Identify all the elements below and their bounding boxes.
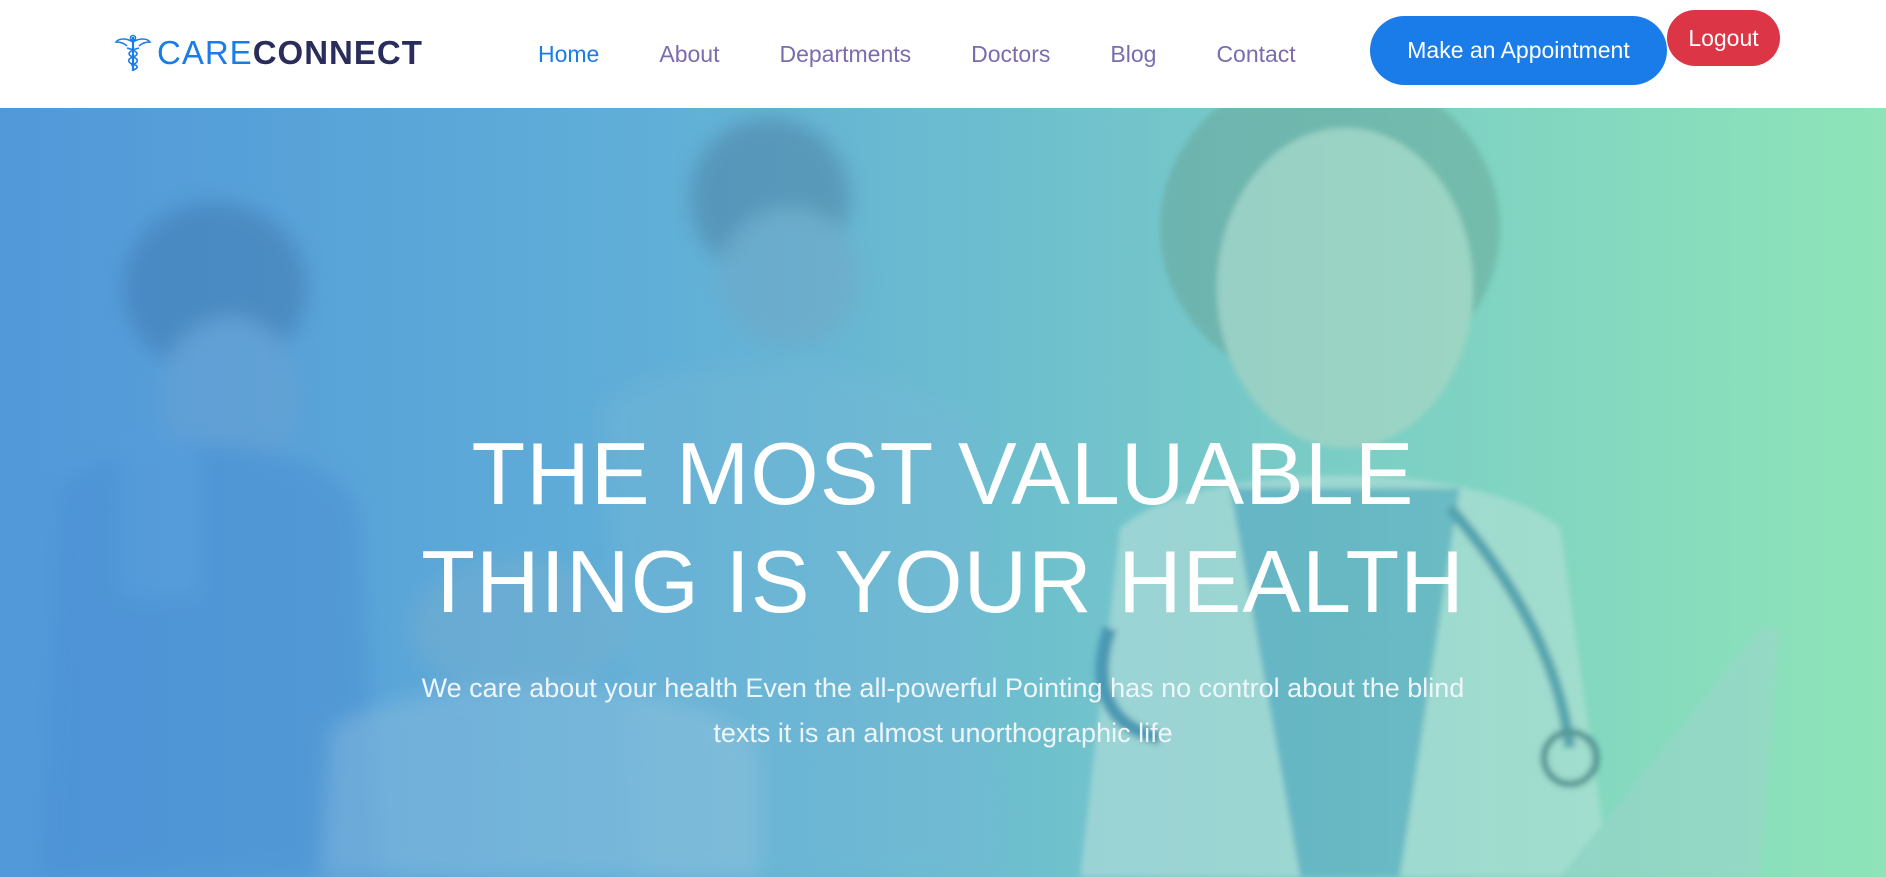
hero-title: THE MOST VALUABLE THING IS YOUR HEALTH: [343, 420, 1543, 636]
main-nav: Home About Departments Doctors Blog Cont…: [538, 34, 1296, 74]
nav-link-departments[interactable]: Departments: [779, 41, 911, 68]
hero-title-line-2: THING IS YOUR HEALTH: [421, 532, 1465, 631]
hero-title-line-1: THE MOST VALUABLE: [471, 424, 1415, 523]
hero-subtitle: We care about your health Even the all-p…: [421, 673, 1465, 748]
make-appointment-button[interactable]: Make an Appointment: [1370, 16, 1667, 85]
hero-section: THE MOST VALUABLE THING IS YOUR HEALTH W…: [0, 108, 1886, 877]
logout-button[interactable]: Logout: [1667, 10, 1780, 66]
nav-link-home[interactable]: Home: [538, 41, 599, 68]
brand-name-care: CARE: [157, 34, 253, 71]
nav-link-doctors[interactable]: Doctors: [971, 41, 1050, 68]
nav-link-contact[interactable]: Contact: [1216, 41, 1295, 68]
caduceus-icon: [114, 34, 152, 71]
nav-link-blog[interactable]: Blog: [1110, 41, 1156, 68]
navbar: CARE CONNECT Home About Departments Docto…: [0, 0, 1886, 108]
brand-logo[interactable]: CARE CONNECT: [113, 30, 423, 76]
nav-link-about[interactable]: About: [659, 41, 719, 68]
brand-name-connect: CONNECT: [252, 34, 423, 71]
